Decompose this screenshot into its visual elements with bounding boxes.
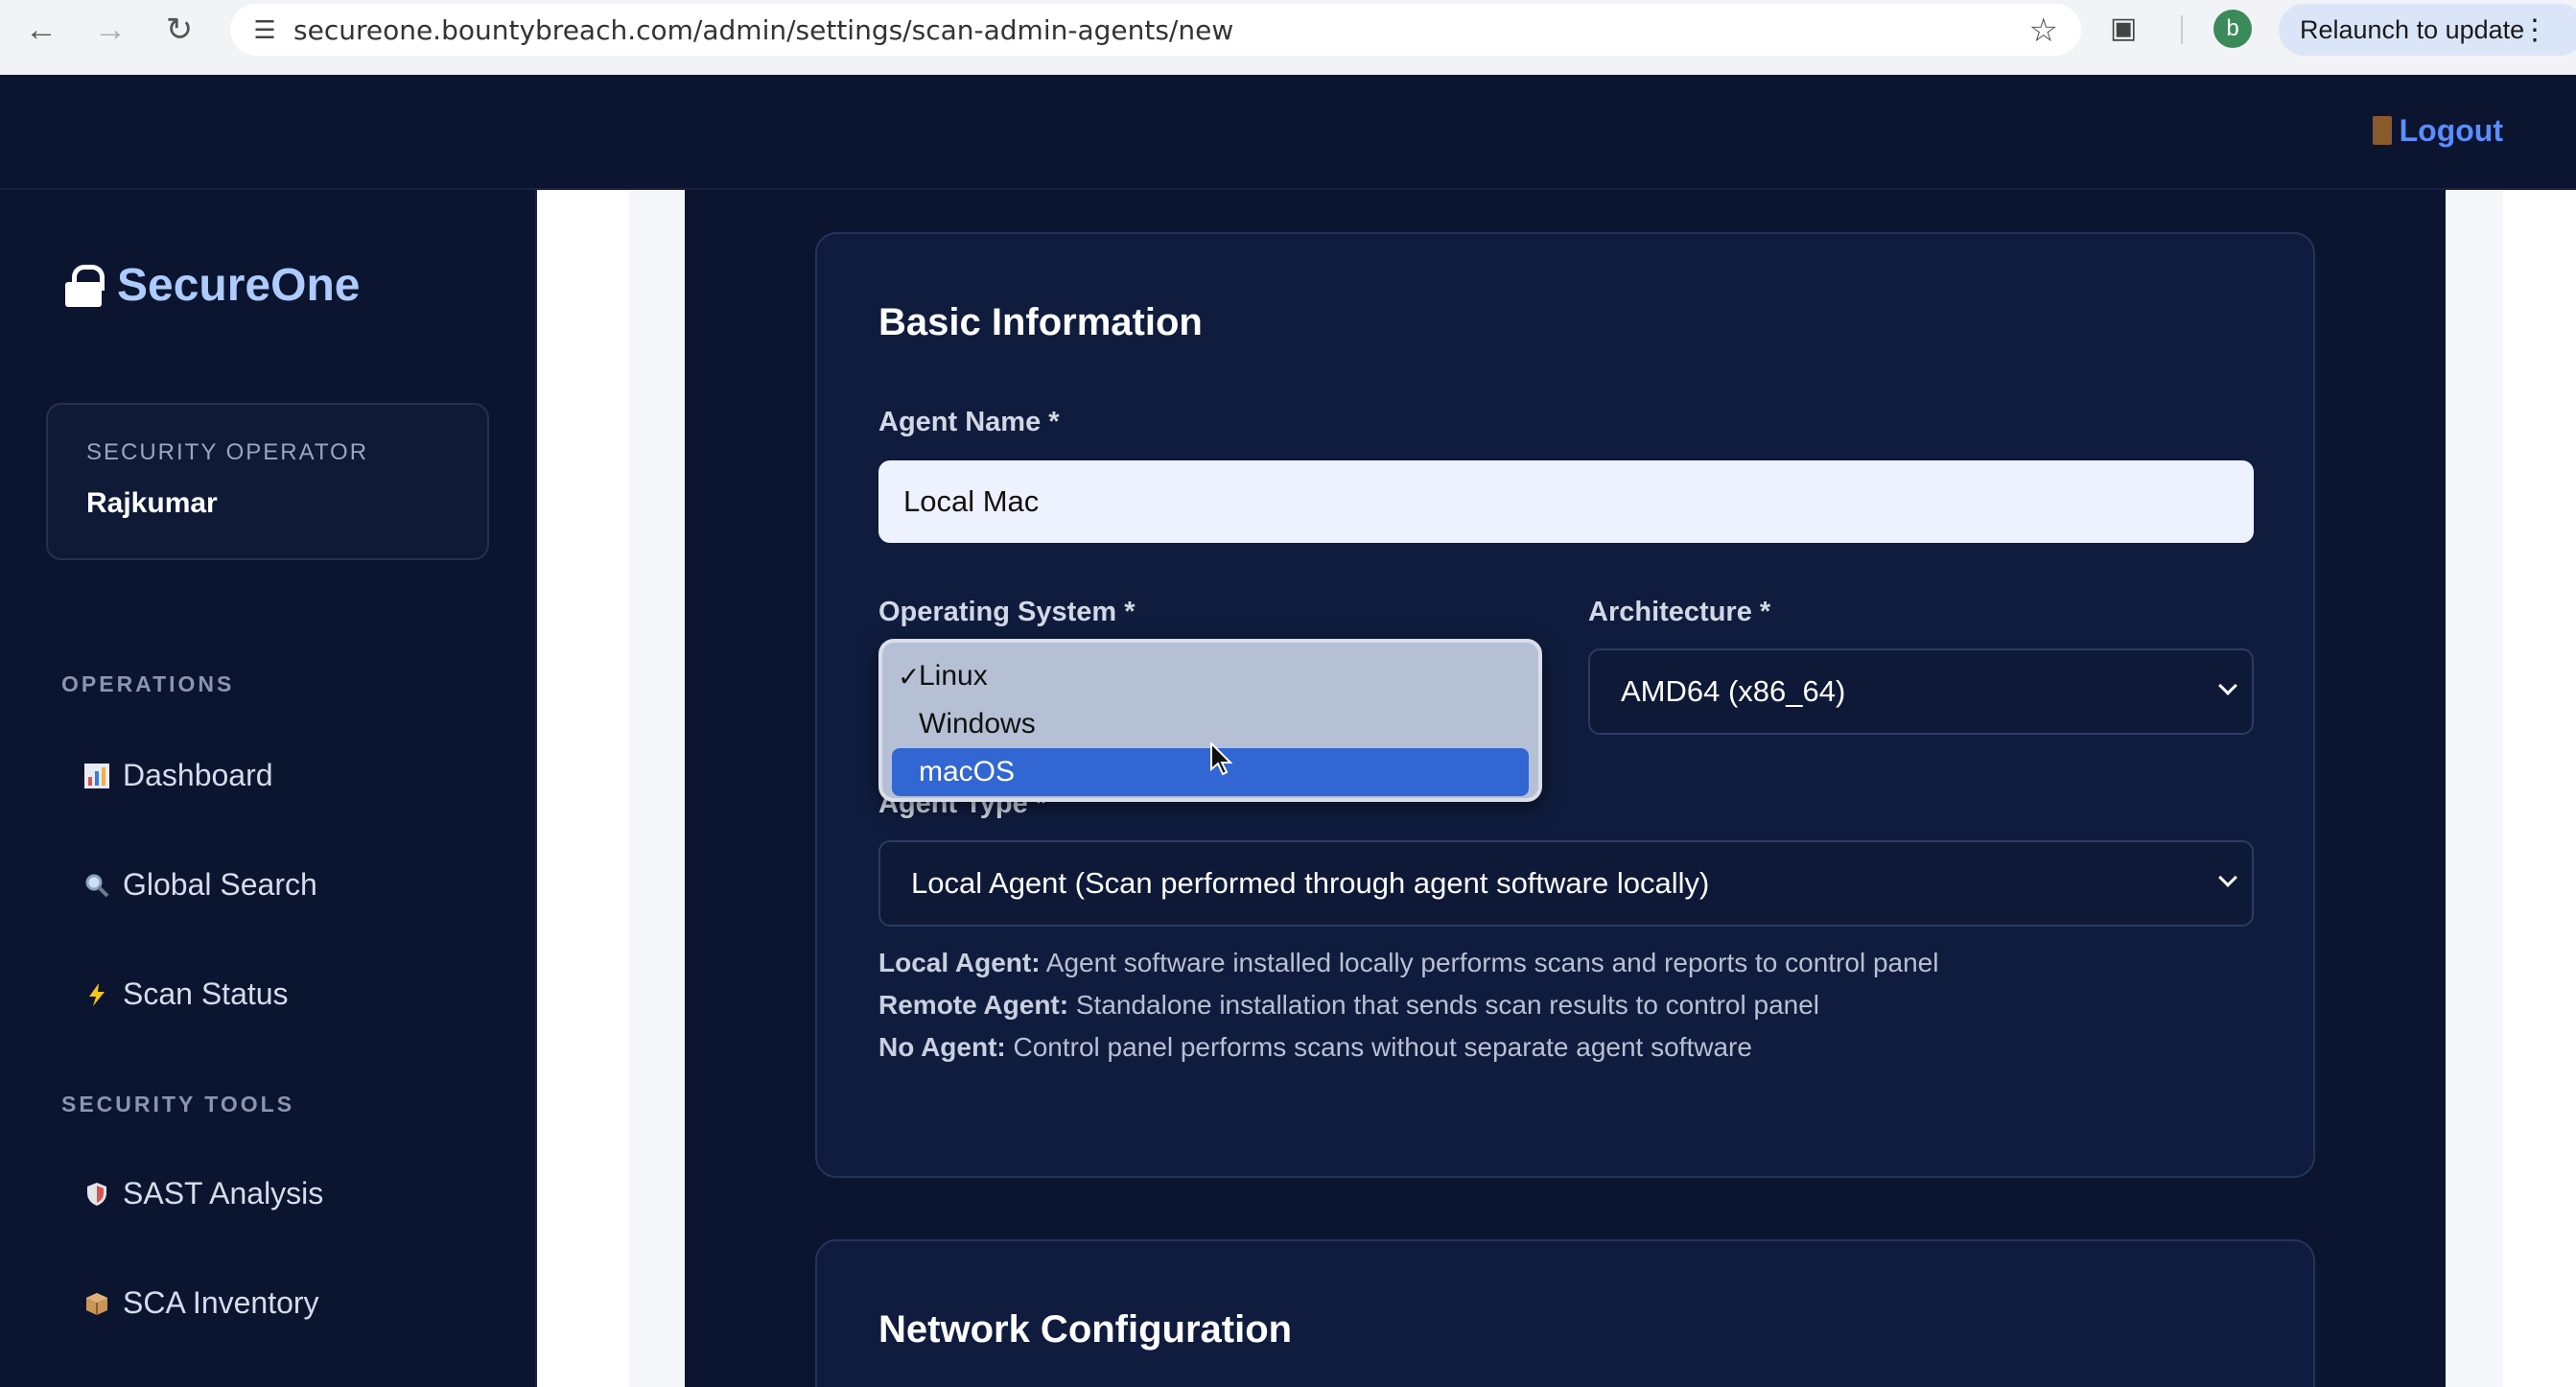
page-gutter-left: [537, 190, 629, 1387]
network-configuration-card: Network Configuration: [815, 1239, 2315, 1387]
sidebar-item-label: SAST Analysis: [123, 1176, 324, 1211]
operating-system-dropdown[interactable]: ✓ Linux Windows macOS: [878, 639, 1542, 802]
network-configuration-title: Network Configuration: [878, 1308, 1293, 1351]
sidebar: SecureOne SECURITY OPERATOR Rajkumar OPE…: [0, 190, 537, 1387]
toolbar-divider: [2181, 15, 2183, 44]
agent-name-input[interactable]: Local Mac: [878, 460, 2254, 543]
brand-logo[interactable]: SecureOne: [65, 259, 360, 312]
chevron-down-icon: [2218, 868, 2237, 887]
lock-icon: [65, 264, 105, 307]
shield-icon: [82, 1180, 111, 1209]
os-option-label: Windows: [919, 708, 1036, 740]
os-option-windows[interactable]: Windows: [892, 700, 1529, 748]
sidebar-item-dashboard[interactable]: Dashboard: [82, 758, 273, 793]
chart-icon: [82, 762, 111, 790]
sidebar-item-label: SCA Inventory: [123, 1285, 319, 1320]
back-arrow-icon[interactable]: ←: [12, 0, 71, 59]
lightning-icon: [82, 980, 111, 1009]
sidebar-item-sast-analysis[interactable]: SAST Analysis: [82, 1176, 323, 1211]
site-settings-icon[interactable]: ☰: [236, 15, 293, 45]
agent-type-description-none: No Agent: Control panel performs scans w…: [878, 1032, 1752, 1062]
lens-icon[interactable]: ▣: [2110, 12, 2137, 45]
sidebar-item-label: Scan Status: [123, 976, 289, 1011]
address-bar[interactable]: ☰ secureone.bountybreach.com/admin/setti…: [230, 4, 2081, 56]
operator-name: Rajkumar: [86, 487, 218, 519]
sidebar-item-scan-status[interactable]: Scan Status: [82, 976, 289, 1012]
relaunch-button[interactable]: Relaunch to update ⋮: [2279, 4, 2576, 56]
app-header: Logout: [0, 75, 2576, 190]
door-icon: [2372, 116, 2392, 145]
architecture-value: AMD64 (x86_64): [1621, 674, 1846, 708]
magnifier-icon: [82, 871, 111, 900]
checkmark-icon: ✓: [898, 661, 921, 692]
logout-label: Logout: [2399, 113, 2503, 148]
section-label-operations: OPERATIONS: [61, 671, 235, 696]
url-text: secureone.bountybreach.com/admin/setting…: [293, 13, 1234, 46]
agent-name-value: Local Mac: [903, 484, 1040, 518]
browser-chrome: ← → ↻ ☰ secureone.bountybreach.com/admin…: [0, 0, 2576, 75]
sidebar-item-label: Dashboard: [123, 758, 273, 792]
profile-avatar[interactable]: b: [2213, 10, 2252, 48]
page-gutter-right: [2446, 190, 2503, 1387]
forward-arrow-icon[interactable]: →: [81, 0, 140, 59]
os-option-label: macOS: [919, 756, 1016, 788]
sidebar-item-sca-inventory[interactable]: SCA Inventory: [82, 1285, 319, 1321]
relaunch-label: Relaunch to update: [2300, 14, 2525, 44]
agent-type-description-local: Local Agent: Agent software installed lo…: [878, 948, 1939, 977]
agent-type-select[interactable]: Local Agent (Scan performed through agen…: [878, 840, 2254, 927]
chevron-down-icon: [2218, 676, 2237, 695]
agent-type-description-remote: Remote Agent: Standalone installation th…: [878, 990, 1820, 1020]
operator-card: SECURITY OPERATOR Rajkumar: [46, 403, 489, 560]
os-option-linux[interactable]: ✓ Linux: [892, 652, 1529, 700]
reload-icon[interactable]: ↻: [150, 0, 209, 59]
more-menu-icon[interactable]: ⋮: [2520, 13, 2549, 47]
sidebar-item-label: Global Search: [123, 867, 317, 902]
agent-type-value: Local Agent (Scan performed through agen…: [911, 866, 1710, 900]
bookmark-star-icon[interactable]: ☆: [2029, 12, 2058, 50]
sidebar-item-global-search[interactable]: Global Search: [82, 867, 317, 903]
brand-name: SecureOne: [117, 260, 361, 311]
agent-name-label: Agent Name *: [878, 407, 1060, 437]
operating-system-label: Operating System *: [878, 597, 1136, 627]
package-icon: [82, 1289, 111, 1318]
mouse-cursor-icon: [1210, 741, 1233, 777]
operator-role: SECURITY OPERATOR: [86, 439, 369, 465]
page-gutter-inner: [629, 190, 685, 1387]
architecture-select[interactable]: AMD64 (x86_64): [1588, 648, 2254, 735]
architecture-label: Architecture *: [1588, 597, 1771, 627]
basic-information-title: Basic Information: [878, 301, 1203, 343]
section-label-security-tools: SECURITY TOOLS: [61, 1092, 295, 1117]
os-option-label: Linux: [919, 660, 988, 692]
logout-button[interactable]: Logout: [2372, 113, 2503, 149]
